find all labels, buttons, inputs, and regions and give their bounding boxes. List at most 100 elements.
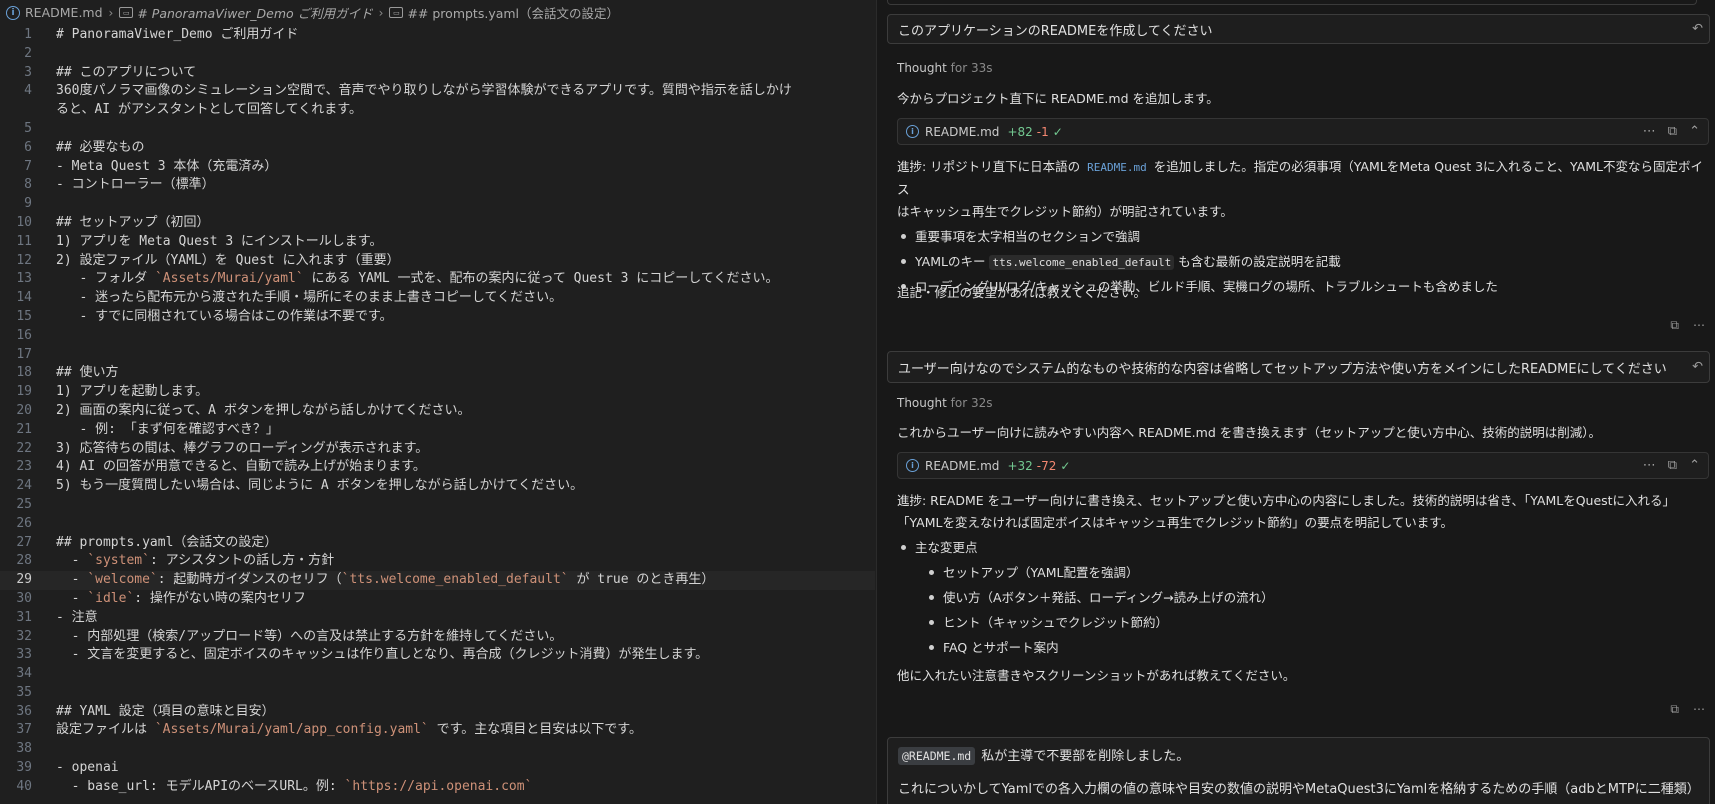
code-line[interactable]: 30 - `idle`: 操作がない時の案内セリフ	[0, 590, 875, 609]
breadcrumb-section-1[interactable]: ▭ # PanoramaViwer_Demo ご利用ガイド	[119, 3, 373, 22]
list-item: 重要事項を太字相当のセクションで強調	[897, 224, 1709, 249]
code-line[interactable]: 11 1) アプリを Meta Quest 3 にインストールします。	[0, 233, 875, 252]
line-text: ## prompts.yaml（会話文の設定）	[56, 534, 278, 550]
line-text: - openai	[56, 760, 119, 776]
line-text: 360度パノラマ画像のシミュレーション空間で、音声でやり取りしながら学習体験がで…	[56, 83, 792, 99]
code-line[interactable]: 29 - `welcome`: 起動時ガイダンスのセリフ（`tts.welcom…	[0, 571, 875, 590]
code-line[interactable]: 20 2) 画面の案内に従って、A ボタンを押しながら話しかけてください。	[0, 402, 875, 421]
code-line[interactable]: 6 ## 必要なもの	[0, 139, 875, 158]
chat-panel: このアプリケーションのREADMEを作成してください ↶ Thought for…	[876, 0, 1715, 804]
code-line[interactable]: 35	[0, 684, 875, 703]
code-line[interactable]: 9	[0, 195, 875, 214]
code-line[interactable]: 28 - `system`: アシスタントの話し方・方針	[0, 552, 875, 571]
code-line[interactable]: 7 - Meta Quest 3 本体（充電済み）	[0, 158, 875, 177]
code-line[interactable]: 36 ## YAML 設定（項目の意味と目安）	[0, 703, 875, 722]
code-line[interactable]: 19 1) アプリを起動します。	[0, 383, 875, 402]
message-actions: ⧉ ⋯	[1670, 318, 1705, 333]
code-line[interactable]: 39 - openai	[0, 759, 875, 778]
code-line[interactable]: 26	[0, 515, 875, 534]
line-number: 7	[24, 158, 32, 174]
thought-indicator[interactable]: Thought for 32s	[897, 396, 992, 410]
file-card-actions: ⋯ ⧉ ⌃	[1643, 458, 1700, 473]
code-line[interactable]: 2	[0, 45, 875, 64]
info-icon: i	[906, 125, 919, 138]
inline-code-span: `Assets/Murai/yaml/app_config.yaml`	[154, 722, 429, 738]
code-line[interactable]: 17	[0, 346, 875, 365]
line-text: 3) 応答待ちの間は、棒グラフのローディングが表示されます。	[56, 440, 429, 456]
code-line[interactable]: 22 3) 応答待ちの間は、棒グラフのローディングが表示されます。	[0, 440, 875, 459]
line-text: 1) アプリを Meta Quest 3 にインストールします。	[56, 233, 383, 249]
code-line[interactable]: 40 - base_url: モデルAPIのベースURL。例: `https:/…	[0, 778, 875, 797]
more-icon[interactable]: ⋯	[1693, 702, 1705, 717]
code-area[interactable]: 1 # PanoramaViwer_Demo ご利用ガイド 2 3 ## このアプリにつ…	[0, 26, 875, 797]
code-line[interactable]: 25	[0, 496, 875, 515]
thought-label: Thought	[897, 396, 947, 410]
file-change-card[interactable]: i README.md +82 -1 ✓ ⋯ ⧉ ⌃	[897, 118, 1709, 145]
lines-removed: -1	[1036, 124, 1049, 139]
code-line[interactable]: 1 # PanoramaViwer_Demo ご利用ガイド	[0, 26, 875, 45]
info-icon: i	[6, 5, 20, 20]
code-line[interactable]: ると、AI がアシスタントとして回答してくれます。	[0, 101, 875, 120]
line-number: 25	[16, 496, 32, 512]
line-number: 30	[16, 590, 32, 606]
code-line[interactable]: 24 5) もう一度質問したい場合は、同じように A ボタンを押しながら話しかけて…	[0, 477, 875, 496]
list-item-text: も含む最新の設定説明を記載	[1174, 254, 1341, 269]
line-number: 10	[16, 214, 32, 230]
code-line[interactable]: 10 ## セットアップ（初回）	[0, 214, 875, 233]
code-line[interactable]: 32 - 内部処理（検索/アップロード等）への言及は禁止する方針を維持してくださ…	[0, 628, 875, 647]
code-line[interactable]: 14 - 迷ったら配布元から渡された手順・場所にそのまま上書きコピーしてください…	[0, 289, 875, 308]
user-message-3[interactable]: @README.md 私が主導で不要部を削除しました。 これについかしてYamlで…	[887, 737, 1710, 804]
code-line[interactable]: 4 360度パノラマ画像のシミュレーション空間で、音声でやり取りしながら学習体験が…	[0, 82, 875, 101]
code-line[interactable]: 18 ## 使い方	[0, 364, 875, 383]
markdown-heading-icon: ▭	[119, 7, 134, 18]
line-number: 31	[16, 609, 32, 625]
user-message-line: @README.md 私が主導で不要部を削除しました。	[898, 746, 1189, 766]
sub-list-item: ヒント（キャッシュでクレジット節約）	[897, 610, 1709, 635]
copy-icon[interactable]: ⧉	[1668, 124, 1677, 139]
progress-text: 進捗: リポジトリ直下に日本語の README.md を追加しました。指定の必須…	[897, 156, 1709, 223]
code-line[interactable]: 16	[0, 327, 875, 346]
more-icon[interactable]: ⋯	[1643, 458, 1656, 473]
lines-added: +82	[1007, 124, 1033, 139]
undo-icon[interactable]: ↶	[1692, 22, 1703, 37]
code-line[interactable]: 27 ## prompts.yaml（会話文の設定）	[0, 534, 875, 553]
sub-list-item: FAQ とサポート案内	[897, 635, 1709, 660]
line-number: 21	[16, 421, 32, 437]
user-message-text: 私が主導で不要部を削除しました。	[981, 749, 1190, 764]
more-icon[interactable]: ⋯	[1643, 124, 1656, 139]
code-line[interactable]: 31 - 注意	[0, 609, 875, 628]
expand-icon[interactable]: ⌃	[1689, 124, 1700, 139]
copy-icon[interactable]: ⧉	[1670, 318, 1679, 333]
code-line[interactable]: 21 - 例: 「まず何を確認すべき？」	[0, 421, 875, 440]
code-line[interactable]: 34	[0, 665, 875, 684]
code-line[interactable]: 37 設定ファイルは `Assets/Murai/yaml/app_config.…	[0, 721, 875, 740]
line-number: 23	[16, 459, 32, 475]
chevron-right-icon: ›	[378, 5, 384, 20]
more-icon[interactable]: ⋯	[1693, 318, 1705, 333]
user-message-1[interactable]: このアプリケーションのREADMEを作成してください ↶	[887, 14, 1710, 44]
code-line[interactable]: 12 2) 設定ファイル（YAML）を Quest に入れます（重要）	[0, 252, 875, 271]
code-line[interactable]: 5	[0, 120, 875, 139]
code-line[interactable]: 23 4) AI の回答が用意できると、自動で読み上げが始まります。	[0, 458, 875, 477]
code-line[interactable]: 15 - すでに同梱されている場合はこの作業は不要です。	[0, 308, 875, 327]
thought-indicator[interactable]: Thought for 33s	[897, 61, 992, 75]
line-text: - 内部処理（検索/アップロード等）への言及は禁止する方針を維持してください。	[56, 628, 563, 644]
code-line[interactable]: 38	[0, 740, 875, 759]
breadcrumb-section-2[interactable]: ▭ ## prompts.yaml（会話文の設定）	[389, 3, 619, 22]
line-number: 34	[16, 666, 32, 682]
code-line[interactable]: 3 ## このアプリについて	[0, 64, 875, 83]
undo-icon[interactable]: ↶	[1692, 360, 1703, 375]
code-line[interactable]: 8 - コントローラー（標準）	[0, 176, 875, 195]
code-line[interactable]: 13 - フォルダ `Assets/Murai/yaml` にある YAML 一…	[0, 270, 875, 289]
breadcrumb-file[interactable]: i README.md	[6, 5, 103, 20]
code-line[interactable]: 33 - 文言を変更すると、固定ボイスのキャッシュは作り直しとなり、再合成（クレ…	[0, 646, 875, 665]
file-change-card[interactable]: i README.md +32 -72 ✓ ⋯ ⧉ ⌃	[897, 452, 1709, 479]
user-message-2[interactable]: ユーザー向けなのでシステム的なものや技術的な内容は省略してセットアップ方法や使い…	[887, 351, 1710, 383]
file-mention[interactable]: @README.md	[898, 747, 976, 765]
copy-icon[interactable]: ⧉	[1668, 458, 1677, 473]
copy-icon[interactable]: ⧉	[1670, 702, 1679, 717]
line-text: 設定ファイルは `Assets/Murai/yaml/app_config.ya…	[56, 722, 642, 738]
line-number: 39	[16, 760, 32, 776]
expand-icon[interactable]: ⌃	[1689, 458, 1700, 473]
assistant-intro-text: これからユーザー向けに読みやすい内容へ README.md を書き換えます（セッ…	[897, 425, 1601, 440]
